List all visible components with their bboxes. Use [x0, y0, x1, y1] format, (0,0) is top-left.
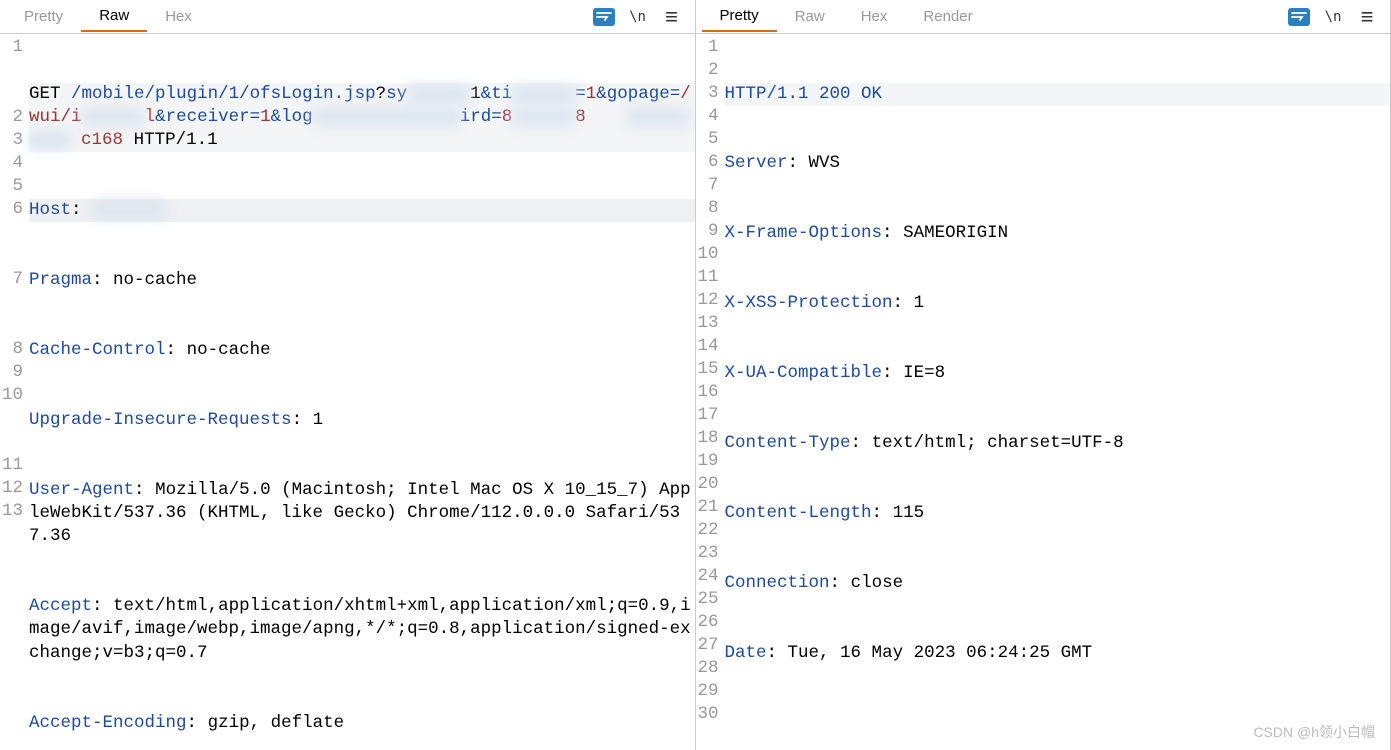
request-content[interactable]: 12345678910111213 GET /mobile/plugin/1/o… [0, 34, 695, 750]
response-code[interactable]: HTTP/1.1 200 OK Server: WVS X-Frame-Opti… [725, 34, 1390, 750]
tab-pretty[interactable]: Pretty [6, 2, 81, 31]
request-panel: Pretty Raw Hex \n ≡ 12345678910111213 GE… [0, 0, 696, 750]
tab-pretty[interactable]: Pretty [702, 1, 777, 32]
tab-raw[interactable]: Raw [81, 1, 147, 32]
request-code[interactable]: GET /mobile/plugin/1/ofsLogin.jsp?syxxxx… [29, 34, 694, 750]
header-server: Server: WVS [725, 152, 1390, 175]
request-line: GET /mobile/plugin/1/ofsLogin.jsp?syxxxx… [29, 83, 694, 153]
request-gutter: 12345678910111213 [0, 34, 29, 750]
header-upgrade: Upgrade-Insecure-Requests: 1 [29, 409, 694, 432]
request-tabs: Pretty Raw Hex \n ≡ [0, 0, 695, 34]
header-xframe: X-Frame-Options: SAMEORIGIN [725, 222, 1390, 245]
wrap-icon[interactable] [592, 5, 616, 29]
response-panel: Pretty Raw Hex Render \n ≡ 1234567891011… [696, 0, 1391, 750]
header-xss: X-XSS-Protection: 1 [725, 292, 1390, 315]
newline-icon[interactable]: \n [1321, 5, 1345, 29]
status-line: HTTP/1.1 200 OK [725, 83, 1390, 106]
header-date: Date: Tue, 16 May 2023 06:24:25 GMT [725, 642, 1390, 665]
tab-raw[interactable]: Raw [777, 2, 843, 31]
response-gutter: 1234567891011121314151617181920212223242… [696, 34, 725, 750]
tab-render[interactable]: Render [905, 2, 990, 31]
menu-icon[interactable]: ≡ [660, 5, 684, 29]
header-pragma: Pragma: no-cache [29, 269, 694, 292]
header-accept: Accept: text/html,application/xhtml+xml,… [29, 595, 694, 665]
wrap-icon[interactable] [1287, 5, 1311, 29]
header-cache-control: Cache-Control: no-cache [29, 339, 694, 362]
header-uacompat: X-UA-Compatible: IE=8 [725, 362, 1390, 385]
newline-icon[interactable]: \n [626, 5, 650, 29]
header-host: Host: xxxxxxx [29, 199, 694, 222]
response-tabs: Pretty Raw Hex Render \n ≡ [696, 0, 1391, 34]
response-content[interactable]: 1234567891011121314151617181920212223242… [696, 34, 1391, 750]
menu-icon[interactable]: ≡ [1355, 5, 1379, 29]
header-user-agent: User-Agent: Mozilla/5.0 (Macintosh; Inte… [29, 479, 694, 549]
header-conn: Connection: close [725, 572, 1390, 595]
header-accept-encoding: Accept-Encoding: gzip, deflate [29, 712, 694, 735]
tab-hex[interactable]: Hex [147, 2, 210, 31]
empty-line [725, 712, 1390, 735]
header-clen: Content-Length: 115 [725, 502, 1390, 525]
tab-hex[interactable]: Hex [843, 2, 906, 31]
header-ctype: Content-Type: text/html; charset=UTF-8 [725, 432, 1390, 455]
